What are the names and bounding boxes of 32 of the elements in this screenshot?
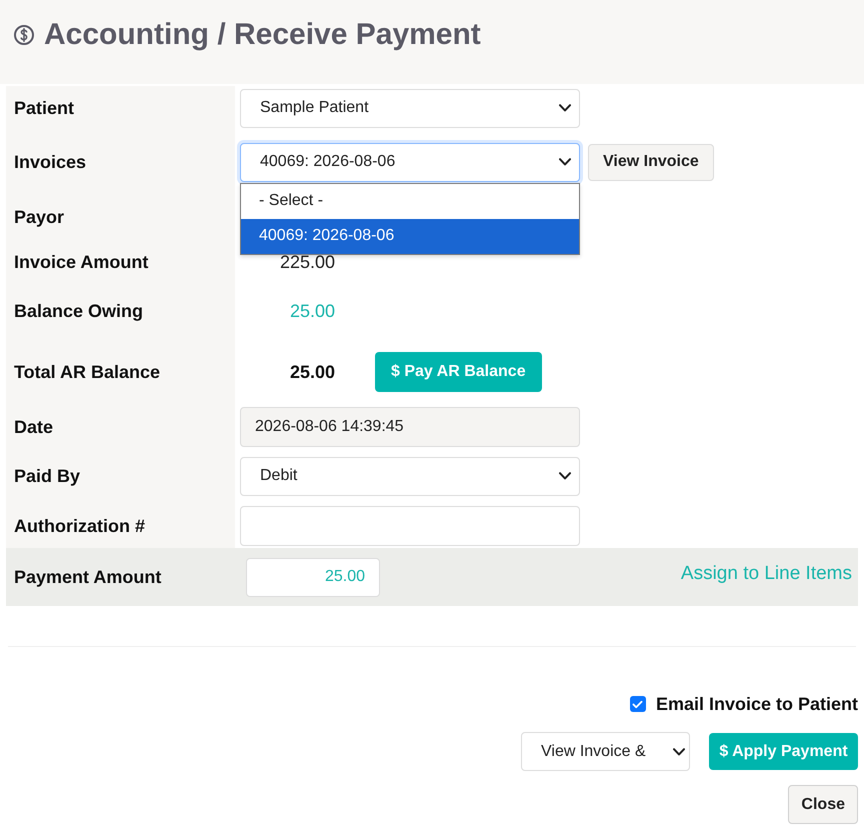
field-label: Balance Owing <box>14 300 144 323</box>
field-label: Payment Amount <box>13 566 162 589</box>
field-label: Paid By <box>14 464 80 488</box>
select-field[interactable]: View Invoice & <box>521 732 690 771</box>
amount-value: 25.00 <box>288 303 335 319</box>
chevron-down-icon <box>559 158 571 166</box>
field-label: Date <box>14 416 54 438</box>
chevron-down-icon <box>673 748 685 756</box>
field-label: Payor <box>14 206 64 229</box>
select-field[interactable]: Sample Patient <box>240 88 580 128</box>
dropdown-option[interactable]: 40069: 2026-08-06 <box>241 218 579 254</box>
select-field[interactable]: Debit <box>240 456 580 496</box>
text-field[interactable]: 2026-08-06 14:39:45 <box>240 407 580 447</box>
amount-value: 225.00 <box>278 254 335 270</box>
select-field[interactable]: 40069: 2026-08-06 <box>240 142 580 182</box>
view-invoice-button[interactable]: View Invoice <box>588 144 714 180</box>
checkbox-label: Email Invoice to Patient <box>656 692 858 716</box>
field-label: Total AR Balance <box>14 360 160 384</box>
dropdown-option[interactable]: - Select - <box>241 184 579 218</box>
field-label: Authorization # <box>14 514 145 538</box>
close-button[interactable]: Close <box>788 785 858 824</box>
checkbox[interactable] <box>630 696 646 712</box>
checkmark-icon <box>632 700 644 708</box>
chevron-down-icon <box>559 472 571 480</box>
dollar-circle-icon <box>14 25 34 45</box>
field-label: Invoice Amount <box>14 250 148 274</box>
page-title: Accounting / Receive Payment <box>44 18 481 52</box>
text-field[interactable] <box>240 506 580 546</box>
field-label: Invoices <box>14 150 86 174</box>
field-label: Patient <box>14 96 74 120</box>
chevron-down-icon <box>559 104 571 112</box>
amount-value: 25.00 <box>288 364 335 380</box>
